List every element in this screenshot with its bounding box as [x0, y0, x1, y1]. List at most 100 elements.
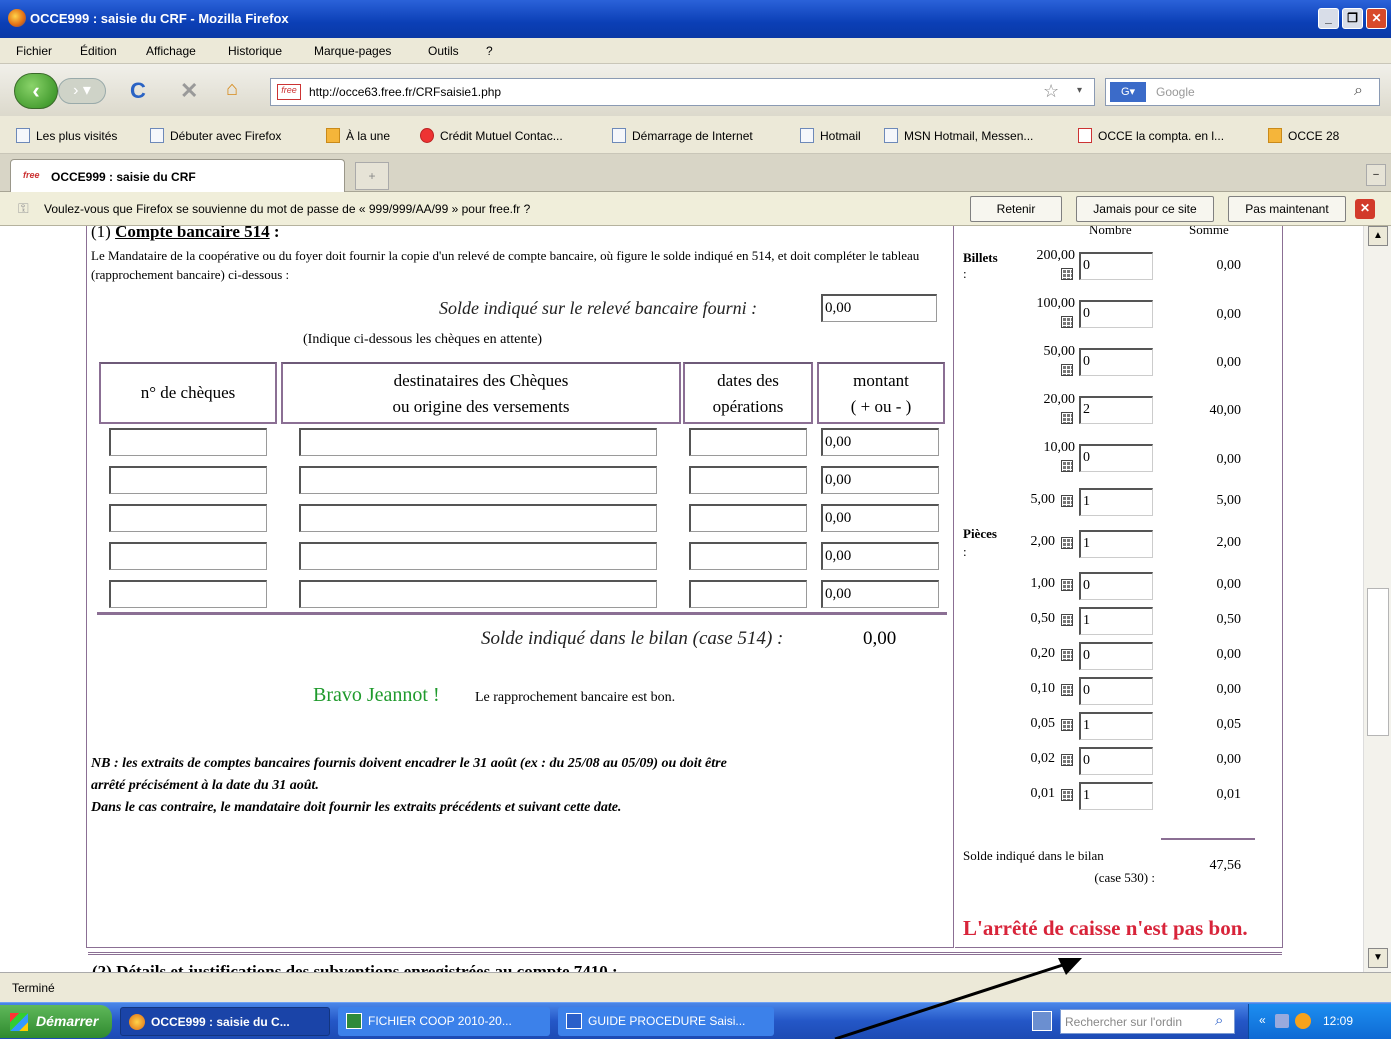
bookmark-item[interactable]: Démarrage de Internet: [612, 128, 753, 143]
bookmark-item[interactable]: Débuter avec Firefox: [150, 128, 281, 143]
search-icon[interactable]: ⌕: [1354, 82, 1363, 100]
montant-input[interactable]: 0,00: [821, 504, 939, 532]
menu-fichier[interactable]: Fichier: [16, 44, 52, 58]
url-dropdown-icon[interactable]: ▾: [1077, 85, 1082, 96]
date-input[interactable]: [689, 428, 807, 456]
bookmark-item[interactable]: OCCE 28: [1268, 128, 1339, 143]
menu-aide[interactable]: ?: [486, 44, 493, 58]
update-icon[interactable]: [1295, 1013, 1311, 1029]
back-button[interactable]: ‹: [14, 73, 58, 109]
cheque-number-input[interactable]: [109, 466, 267, 494]
scroll-thumb[interactable]: [1367, 588, 1389, 736]
forward-button[interactable]: › ▾: [58, 78, 106, 104]
bookmark-item[interactable]: Les plus visités: [16, 128, 117, 143]
menu-outils[interactable]: Outils: [428, 44, 459, 58]
nombre-input[interactable]: 1: [1079, 488, 1153, 516]
start-button[interactable]: Démarrer: [0, 1005, 112, 1038]
bookmark-item[interactable]: OCCE la compta. en l...: [1078, 128, 1224, 143]
scroll-up-icon[interactable]: ▲: [1368, 226, 1388, 246]
calculator-icon[interactable]: [1061, 719, 1073, 731]
nombre-input[interactable]: 1: [1079, 530, 1153, 558]
new-tab-button[interactable]: +: [355, 162, 389, 190]
nombre-input[interactable]: 0: [1079, 747, 1153, 775]
tray-expand-icon[interactable]: «: [1259, 1013, 1266, 1027]
bookmark-item[interactable]: À la une: [326, 128, 390, 143]
menu-affichage[interactable]: Affichage: [146, 44, 196, 58]
destinataire-input[interactable]: [299, 542, 657, 570]
cheque-number-input[interactable]: [109, 428, 267, 456]
desktop-search-input[interactable]: Rechercher sur l'ordin ⌕: [1060, 1009, 1235, 1034]
nombre-input[interactable]: 0: [1079, 252, 1153, 280]
minimize-button[interactable]: _: [1318, 8, 1339, 29]
calculator-icon[interactable]: [1061, 684, 1073, 696]
nombre-input[interactable]: 2: [1079, 396, 1153, 424]
menu-marque-pages[interactable]: Marque-pages: [314, 44, 391, 58]
nombre-input[interactable]: 0: [1079, 348, 1153, 376]
calculator-icon[interactable]: [1061, 412, 1073, 424]
calculator-icon[interactable]: [1061, 495, 1073, 507]
montant-input[interactable]: 0,00: [821, 466, 939, 494]
cheque-number-input[interactable]: [109, 542, 267, 570]
nombre-input[interactable]: 0: [1079, 444, 1153, 472]
not-now-button[interactable]: Pas maintenant: [1228, 196, 1346, 222]
desktop-search-icon[interactable]: [1032, 1011, 1052, 1031]
search-icon[interactable]: ⌕: [1215, 1012, 1223, 1029]
stop-icon[interactable]: ✕: [180, 78, 198, 104]
date-input[interactable]: [689, 504, 807, 532]
destinataire-input[interactable]: [299, 580, 657, 608]
close-window-button[interactable]: ✕: [1366, 8, 1387, 29]
nombre-input[interactable]: 1: [1079, 782, 1153, 810]
destinataire-input[interactable]: [299, 466, 657, 494]
cheque-number-input[interactable]: [109, 580, 267, 608]
nombre-input[interactable]: 0: [1079, 642, 1153, 670]
taskbar-item-word[interactable]: GUIDE PROCEDURE Saisi...: [558, 1007, 774, 1036]
network-icon[interactable]: [1275, 1014, 1289, 1028]
calculator-icon[interactable]: [1061, 460, 1073, 472]
destinataire-input[interactable]: [299, 504, 657, 532]
date-input[interactable]: [689, 542, 807, 570]
date-input[interactable]: [689, 466, 807, 494]
remember-button[interactable]: Retenir: [970, 196, 1062, 222]
destinataire-input[interactable]: [299, 428, 657, 456]
montant-input[interactable]: 0,00: [821, 428, 939, 456]
taskbar-item-excel[interactable]: FICHIER COOP 2010-20...: [338, 1007, 550, 1036]
nombre-input[interactable]: 0: [1079, 300, 1153, 328]
nombre-input[interactable]: 0: [1079, 677, 1153, 705]
calculator-icon[interactable]: [1061, 649, 1073, 661]
menu-edition[interactable]: Édition: [80, 44, 117, 58]
menu-historique[interactable]: Historique: [228, 44, 282, 58]
tab-active[interactable]: free OCCE999 : saisie du CRF: [10, 159, 345, 192]
bookmark-item[interactable]: Crédit Mutuel Contac...: [420, 128, 563, 143]
calculator-icon[interactable]: [1061, 537, 1073, 549]
search-engine-icon[interactable]: G▾: [1110, 82, 1146, 102]
bookmark-item[interactable]: Hotmail: [800, 128, 861, 143]
restore-button[interactable]: ❐: [1342, 8, 1363, 29]
vertical-scrollbar[interactable]: ▲ ▼: [1363, 226, 1391, 972]
montant-input[interactable]: 0,00: [821, 580, 939, 608]
bookmark-star-icon[interactable]: ☆: [1043, 81, 1059, 102]
never-for-site-button[interactable]: Jamais pour ce site: [1076, 196, 1214, 222]
calculator-icon[interactable]: [1061, 579, 1073, 591]
nombre-input[interactable]: 1: [1079, 712, 1153, 740]
url-bar[interactable]: free http://occe63.free.fr/CRFsaisie1.ph…: [270, 78, 1095, 106]
bookmark-item[interactable]: MSN Hotmail, Messen...: [884, 128, 1033, 143]
solde-releve-input[interactable]: 0,00: [821, 294, 937, 322]
reload-icon[interactable]: C: [130, 78, 146, 104]
search-bar[interactable]: G▾ Google ⌕: [1105, 78, 1380, 106]
nombre-input[interactable]: 1: [1079, 607, 1153, 635]
home-icon[interactable]: ⌂: [226, 78, 238, 101]
close-notification-icon[interactable]: ✕: [1355, 199, 1375, 219]
calculator-icon[interactable]: [1061, 316, 1073, 328]
taskbar-item-firefox[interactable]: OCCE999 : saisie du C...: [120, 1007, 330, 1036]
calculator-icon[interactable]: [1061, 268, 1073, 280]
montant-input[interactable]: 0,00: [821, 542, 939, 570]
nombre-input[interactable]: 0: [1079, 572, 1153, 600]
date-input[interactable]: [689, 580, 807, 608]
calculator-icon[interactable]: [1061, 754, 1073, 766]
calculator-icon[interactable]: [1061, 364, 1073, 376]
calculator-icon[interactable]: [1061, 789, 1073, 801]
tab-list-button[interactable]: –: [1366, 164, 1386, 186]
cheque-number-input[interactable]: [109, 504, 267, 532]
scroll-down-icon[interactable]: ▼: [1368, 948, 1388, 968]
calculator-icon[interactable]: [1061, 614, 1073, 626]
